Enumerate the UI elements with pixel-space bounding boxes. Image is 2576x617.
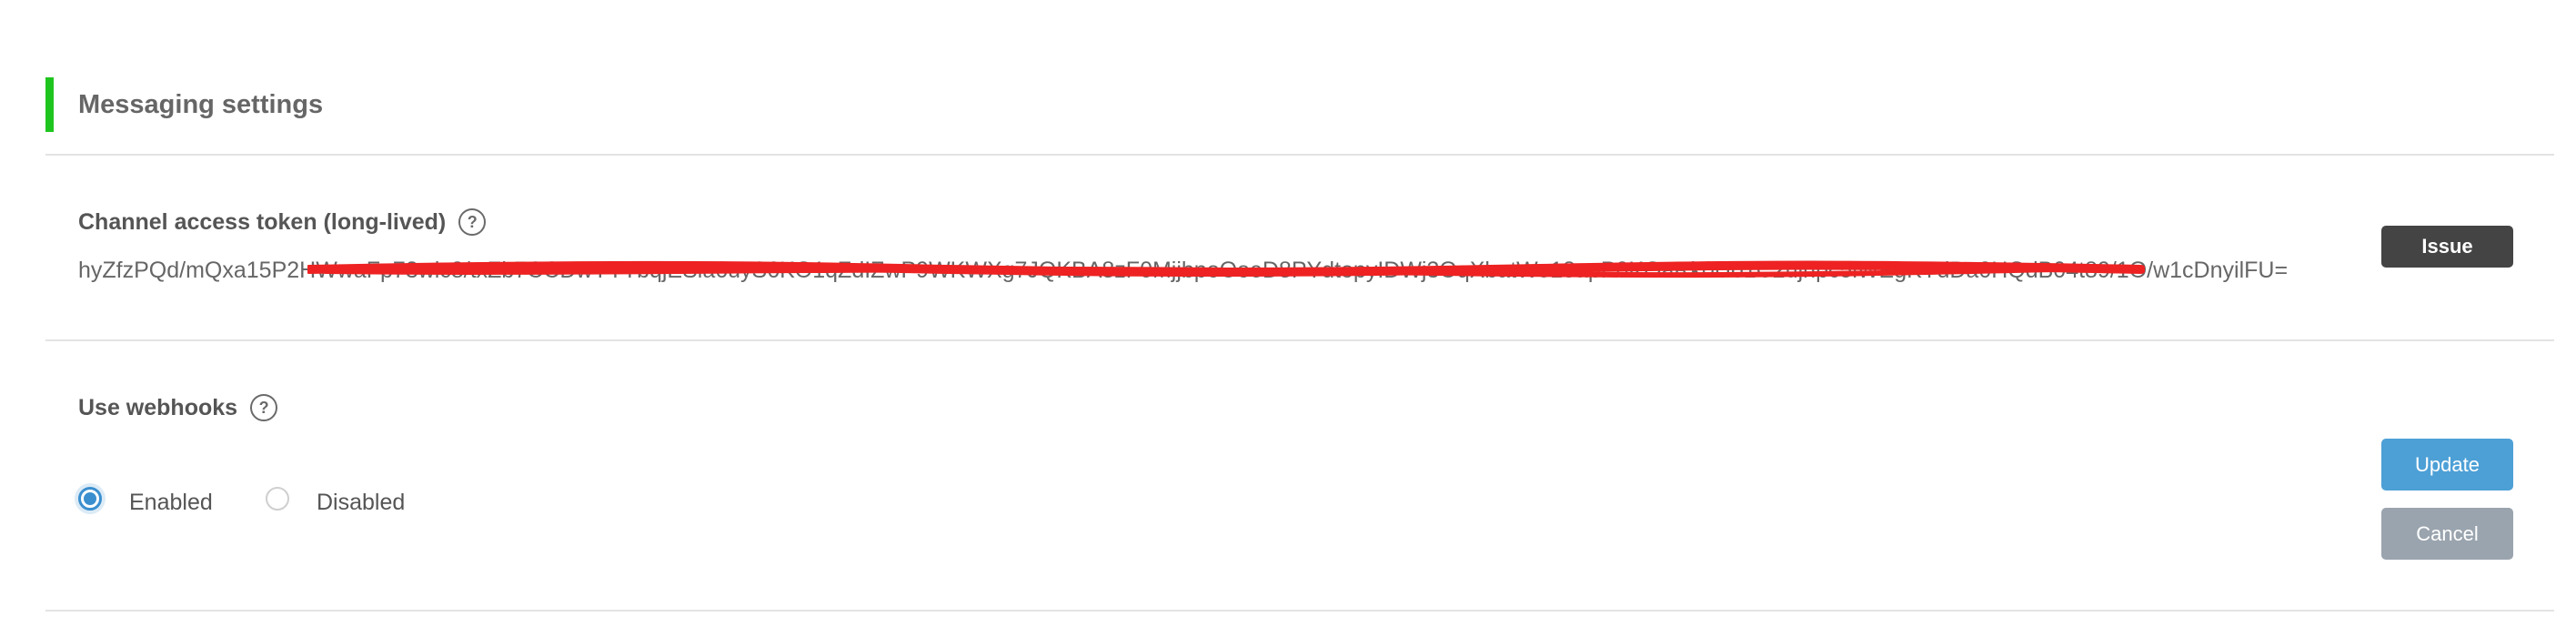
webhooks-label-row: Use webhooks ? [78,393,278,422]
radio-disabled-label: Disabled [317,490,406,515]
webhooks-label: Use webhooks [78,395,238,420]
access-token-label: Channel access token (long-lived) [78,209,447,235]
divider [45,339,2554,341]
access-token-label-row: Channel access token (long-lived) ? [78,207,487,237]
section-accent-bar [45,77,54,132]
radio-unchecked-icon[interactable] [266,487,289,511]
question-circle-icon[interactable]: ? [250,394,278,421]
question-circle-icon[interactable]: ? [458,208,487,236]
radio-enabled[interactable]: Enabled [78,480,213,517]
divider [45,154,2554,156]
radio-enabled-label: Enabled [129,490,213,515]
radio-checked-icon[interactable] [78,487,102,511]
section-title: Messaging settings [78,90,324,119]
divider [45,610,2554,612]
radio-disabled[interactable]: Disabled [266,480,405,517]
update-button[interactable]: Update [2381,439,2513,491]
section-header: Messaging settings [45,77,2554,132]
redaction-scribble [307,260,2145,278]
issue-button[interactable]: Issue [2381,226,2513,268]
cancel-button[interactable]: Cancel [2381,508,2513,560]
